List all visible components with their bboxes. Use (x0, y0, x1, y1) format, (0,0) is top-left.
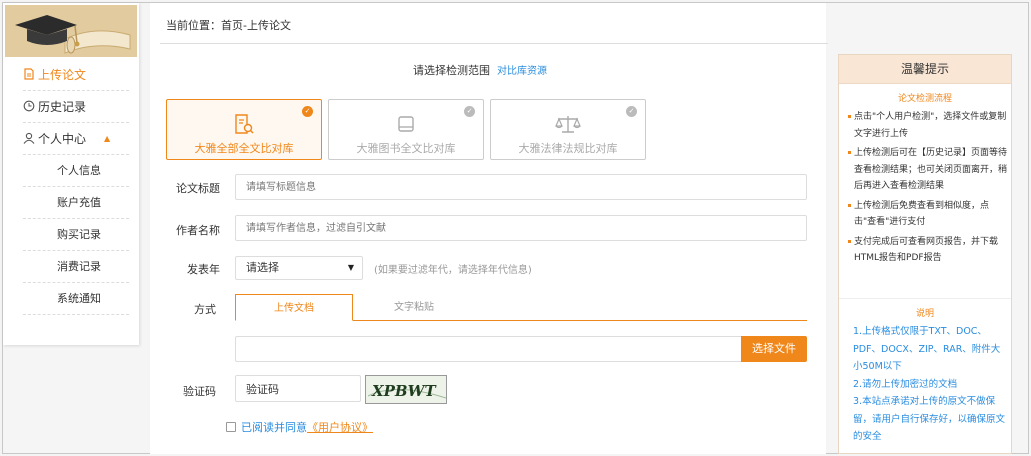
caret-down-icon: ▼ (347, 263, 354, 272)
process-step: 上传检测后免费查看到相似度，点击"查看"进行支付 (848, 198, 1008, 231)
tab-upload-document[interactable]: 上传文档 (235, 294, 353, 321)
tab-paste-text[interactable]: 文字粘贴 (355, 294, 473, 321)
notes-list: 1.上传格式仅限于TXT、DOC、PDF、DOCX、ZIP、RAR、附件大小50… (853, 323, 1009, 446)
sidebar-item-upload[interactable]: 上传论文 (23, 59, 129, 91)
scope-heading: 请选择检测范围 对比库资源 (413, 62, 547, 78)
sidebar-item-personal-center[interactable]: 个人中心 ▲ (23, 123, 129, 155)
db-card-label: 大雅全部全文比对库 (194, 142, 294, 155)
graduation-cap-icon (5, 5, 137, 57)
breadcrumb: 当前位置：首页-上传论文 (166, 19, 291, 32)
author-input[interactable] (235, 215, 807, 241)
notes-title: 说明 (915, 309, 934, 319)
sidebar-sub-system-notice[interactable]: 系统通知 (23, 283, 129, 315)
process-steps: 点击"个人用户检测"，选择文件或复制文字进行上传 上传检测后可在【历史记录】页面… (848, 109, 1008, 270)
db-card-label: 大雅图书全文比对库 (356, 142, 456, 155)
db-card-all[interactable]: ✓ 大雅全部全文比对库 (166, 99, 322, 160)
sidebar-sub-recharge[interactable]: 账户充值 (23, 187, 129, 219)
sidebar-item-label: 历史记录 (38, 99, 87, 114)
user-agreement-link[interactable]: 《用户协议》 (307, 419, 373, 435)
process-step: 上传检测后可在【历史记录】页面等待查看检测结果；也可关闭页面离开，稍后再进入查看… (848, 145, 1008, 195)
captcha-image[interactable]: XPBWT (365, 375, 447, 404)
process-step: 点击"个人用户检测"，选择文件或复制文字进行上传 (848, 109, 1008, 142)
sidebar-sub-personal-info[interactable]: 个人信息 (23, 155, 129, 187)
captcha-input[interactable] (235, 375, 361, 402)
user-icon (23, 132, 36, 145)
compare-library-link[interactable]: 对比库资源 (497, 66, 547, 77)
check-icon: ✓ (302, 106, 313, 117)
sidebar-item-label: 上传论文 (38, 67, 87, 82)
title-input[interactable] (235, 174, 807, 200)
sidebar-sub-purchase-records[interactable]: 购买记录 (23, 219, 129, 251)
sidebar-sub-consumption-records[interactable]: 消费记录 (23, 251, 129, 283)
agree-text: 已阅读并同意 (241, 421, 307, 434)
year-label: 发表年 (187, 263, 220, 276)
file-path-field[interactable] (235, 336, 743, 362)
agreement-row: 已阅读并同意 《用户协议》 (226, 419, 373, 435)
document-icon (23, 68, 36, 81)
note-item: 1.上传格式仅限于TXT、DOC、PDF、DOCX、ZIP、RAR、附件大小50… (853, 326, 1001, 372)
main-panel: 当前位置：首页-上传论文 请选择检测范围 对比库资源 ✓ 大雅全部全文比对库 ✓ … (150, 3, 828, 454)
agree-checkbox[interactable] (226, 422, 236, 432)
title-label: 论文标题 (176, 182, 220, 195)
db-card-label: 大雅法律法规比对库 (518, 142, 618, 155)
note-item: 2.请勿上传加密过的文档 (853, 378, 958, 390)
process-step: 支付完成后可查看网页报告，并下载HTML报告和PDF报告 (848, 234, 1008, 267)
sidebar: 上传论文 历史记录 个人中心 ▲ 个人信息 账户充值 购买记录 消费记录 系统通… (3, 3, 139, 345)
divider (160, 43, 828, 44)
note-item: 3.本站点承诺对上传的原文不做保留，请用户自行保存好，以确保原文的安全 (853, 396, 1006, 442)
process-title: 论文检测流程 (897, 94, 952, 104)
method-label: 方式 (194, 303, 216, 316)
tips-title: 温馨提示 (839, 55, 1011, 84)
tips-panel: 温馨提示 论文检测流程 点击"个人用户检测"，选择文件或复制文字进行上传 上传检… (838, 54, 1012, 454)
year-hint: (如果要过滤年代，请选择年代信息) (374, 265, 532, 276)
choose-file-button[interactable]: 选择文件 (741, 336, 807, 362)
check-icon: ✓ (626, 106, 637, 117)
year-select[interactable]: 请选择 ▼ (235, 256, 363, 280)
logo-banner (5, 5, 137, 57)
db-card-books[interactable]: ✓ 大雅图书全文比对库 (328, 99, 484, 160)
year-select-value: 请选择 (246, 261, 279, 274)
check-icon: ✓ (464, 106, 475, 117)
scales-icon (554, 113, 582, 138)
db-card-law[interactable]: ✓ 大雅法律法规比对库 (490, 99, 646, 160)
author-label: 作者名称 (176, 224, 220, 237)
divider (839, 298, 1011, 299)
captcha-text: XPBWT (371, 382, 437, 400)
clock-icon (23, 100, 36, 113)
document-search-icon (233, 113, 255, 138)
sidebar-item-history[interactable]: 历史记录 (23, 91, 129, 123)
scope-title: 请选择检测范围 (413, 64, 490, 77)
captcha-label: 验证码 (183, 385, 216, 398)
book-icon (395, 113, 417, 138)
chevron-up-icon: ▲ (104, 133, 111, 143)
sidebar-item-label: 个人中心 (38, 131, 87, 146)
